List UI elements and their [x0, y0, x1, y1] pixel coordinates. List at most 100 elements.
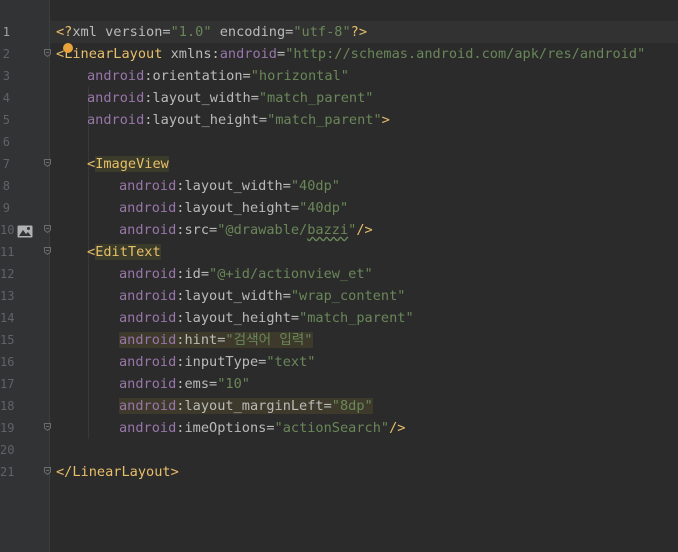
code-token: android: [119, 398, 177, 414]
fold-marker-icon[interactable]: [44, 467, 51, 475]
code-line[interactable]: 20: [0, 439, 678, 461]
code-text: android:orientation="horizontal": [56, 65, 349, 87]
code-token: android: [87, 90, 145, 106]
code-line[interactable]: 13 android:layout_width="wrap_content": [0, 285, 678, 307]
code-token: android: [219, 46, 277, 62]
fold-marker-icon[interactable]: [44, 49, 51, 57]
line-number: 12: [0, 267, 15, 281]
code-line[interactable]: 2 <LinearLayout xmlns:android="http://sch…: [0, 43, 678, 65]
code-token: :layout_marginLeft=: [176, 398, 332, 414]
code-line[interactable]: 8 android:layout_width="40dp": [0, 175, 678, 197]
code-token: "text": [266, 354, 316, 370]
code-line[interactable]: 12 android:id="@+id/actionview_et": [0, 263, 678, 285]
code-text: android:layout_width="match_parent": [56, 87, 373, 109]
code-token: :layout_height=: [144, 112, 268, 128]
code-line[interactable]: 19 android:imeOptions="actionSearch"/>: [0, 417, 678, 439]
code-token: android: [119, 288, 177, 304]
code-token: :orientation=: [144, 68, 251, 84]
code-line[interactable]: 9 android:layout_height="40dp": [0, 197, 678, 219]
code-lines[interactable]: 1 <?xml version="1.0" encoding="utf-8"?> 2…: [0, 21, 678, 483]
line-number: 5: [2, 113, 10, 127]
line-number: 2: [2, 47, 10, 61]
code-text: android:layout_width="40dp": [56, 175, 340, 197]
code-token: bazzi: [307, 222, 349, 238]
code-token: android: [87, 112, 145, 128]
line-number: 18: [0, 399, 15, 413]
code-token: android: [119, 266, 177, 282]
code-token: EditText: [95, 244, 161, 260]
line-number: 4: [2, 91, 10, 105]
code-token: :layout_width=: [144, 90, 259, 106]
line-number: 9: [2, 201, 10, 215]
line-number: 6: [2, 135, 10, 149]
line-number: 11: [0, 245, 15, 259]
code-line[interactable]: 6: [0, 131, 678, 153]
code-token: encoding=: [211, 24, 294, 40]
code-token: "http://schemas.android.com/apk/res/andr…: [285, 46, 646, 62]
fold-marker-icon[interactable]: [44, 225, 51, 233]
code-token: android: [119, 354, 177, 370]
code-line[interactable]: 11 <EditText: [0, 241, 678, 263]
line-number: 20: [0, 443, 15, 457]
code-text: android:imeOptions="actionSearch"/>: [56, 417, 405, 439]
code-text: android:src="@drawable/bazzi"/>: [56, 219, 373, 241]
code-token: :layout_height=: [176, 310, 300, 326]
code-token: "horizontal": [250, 68, 349, 84]
line-number: 17: [0, 377, 15, 391]
code-token: "@drawable/: [217, 222, 308, 238]
code-token: "검색어 입력": [225, 332, 313, 348]
code-line[interactable]: 4 android:layout_width="match_parent": [0, 87, 678, 109]
code-text: android:inputType="text": [56, 351, 315, 373]
code-token: "8dp": [331, 398, 373, 414]
code-text: <LinearLayout xmlns:android="http://sche…: [56, 43, 645, 65]
code-token: LinearLayout: [72, 464, 171, 480]
code-line[interactable]: 17 android:ems="10": [0, 373, 678, 395]
code-line[interactable]: 16 android:inputType="text": [0, 351, 678, 373]
line-number: 10: [0, 223, 15, 237]
code-line[interactable]: 1 <?xml version="1.0" encoding="utf-8"?>: [0, 21, 678, 43]
code-text: <?xml version="1.0" encoding="utf-8"?>: [56, 21, 367, 43]
editor-top-strip: [0, 0, 678, 21]
code-token: :hint=: [176, 332, 226, 348]
fold-marker-icon[interactable]: [44, 247, 51, 255]
line-number: 13: [0, 289, 15, 303]
code-token: "utf-8": [293, 24, 351, 40]
fold-marker-icon[interactable]: [44, 423, 51, 431]
code-line[interactable]: 10 android:src="@drawable/bazzi"/>: [0, 219, 678, 241]
code-token: <: [87, 244, 96, 260]
code-line[interactable]: 5 android:layout_height="match_parent">: [0, 109, 678, 131]
code-line[interactable]: 7 <ImageView: [0, 153, 678, 175]
code-editor[interactable]: 1 <?xml version="1.0" encoding="utf-8"?> 2…: [0, 0, 678, 552]
code-token: ImageView: [95, 156, 169, 172]
code-token: xml version=: [72, 24, 171, 40]
code-token: android: [119, 332, 177, 348]
image-preview-icon[interactable]: [17, 223, 33, 238]
fold-marker-icon[interactable]: [44, 159, 51, 167]
code-line[interactable]: 15 android:hint="검색어 입력": [0, 329, 678, 351]
code-token: android: [119, 376, 177, 392]
code-text: android:layout_marginLeft="8dp": [56, 395, 373, 417]
line-number: 14: [0, 311, 15, 325]
code-text: android:layout_width="wrap_content": [56, 285, 405, 307]
code-token: :inputType=: [176, 354, 267, 370]
code-line[interactable]: 3 android:orientation="horizontal": [0, 65, 678, 87]
intention-bulb-icon[interactable]: [63, 43, 73, 53]
code-token: "match_parent": [299, 310, 414, 326]
code-token: "40dp": [290, 178, 340, 194]
code-line[interactable]: 21 </LinearLayout>: [0, 461, 678, 483]
code-text: android:layout_height="match_parent">: [56, 109, 390, 131]
code-token: LinearLayout: [64, 46, 163, 62]
code-token: >: [381, 112, 390, 128]
line-number: 15: [0, 333, 15, 347]
code-text: <EditText: [56, 241, 161, 263]
code-token: ?>: [350, 24, 368, 40]
code-token: :id=: [176, 266, 210, 282]
code-token: android: [119, 178, 177, 194]
code-token: android: [87, 68, 145, 84]
code-token: "match_parent": [267, 112, 382, 128]
code-line[interactable]: 18 android:layout_marginLeft="8dp": [0, 395, 678, 417]
code-line[interactable]: 14 android:layout_height="match_parent": [0, 307, 678, 329]
code-token: android: [119, 310, 177, 326]
line-number: 1: [2, 25, 10, 39]
code-text: android:hint="검색어 입력": [56, 329, 313, 351]
